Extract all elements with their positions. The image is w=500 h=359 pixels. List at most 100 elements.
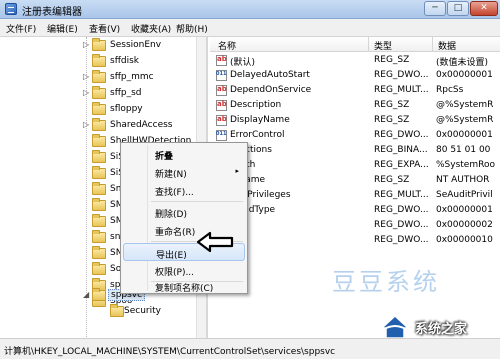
column-divider[interactable] [368,37,369,52]
menu-bar: 文件(F) 编辑(E) 查看(V) 收藏夹(A) 帮助(H) [0,19,500,37]
chevron-right-icon[interactable]: ▷ [83,72,89,81]
folder-icon [92,38,106,51]
value-data: 0x00000001 [436,205,493,215]
watermark-doudou: 豆豆系统 [332,268,440,296]
column-header-data[interactable]: 数据 [438,39,456,52]
value-data: 0x00000001 [436,70,493,80]
column-header-type[interactable]: 类型 [374,39,392,52]
binary-value-icon [216,130,227,141]
tree-item-label: sffp_mmc [110,72,154,82]
folder-icon [110,304,124,317]
value-name: (默认) [230,58,256,68]
context-menu: 折叠 新建(N) ▸ 查找(F)... 删除(D) 重命名(R) 导出(E) 权… [120,142,248,294]
chevron-right-icon[interactable]: ▷ [83,88,89,97]
folder-icon [92,230,106,243]
tree-item-label: Security [124,306,161,316]
window-title: 注册表编辑器 [22,7,82,18]
value-data: @%SystemR [436,115,494,125]
value-row[interactable]: ePathREG_EXPA...%SystemRoo [210,158,500,173]
value-type: REG_SZ [374,115,410,125]
menu-item-delete[interactable]: 删除(D) [123,203,245,221]
folder-icon [92,54,106,67]
folder-icon [92,262,106,275]
tree-item[interactable]: sfloppy [0,102,206,118]
value-row[interactable]: iredPrivilegesREG_MULT...SeAuditPrivil [210,188,500,203]
menu-item-label: 折叠 [155,152,174,162]
value-row[interactable]: DependOnService REG_MULT... RpcSs [210,83,500,98]
chevron-right-icon[interactable]: ▷ [83,120,89,129]
chevron-right-icon[interactable]: ▷ [83,40,89,49]
string-value-icon [216,55,227,66]
menu-item-label: 删除(D) [155,210,187,220]
folder-icon [92,150,106,163]
string-value-icon [216,115,227,126]
value-row[interactable]: REG_DWO... 0x00000002 [210,218,500,233]
registry-editor-window: 注册表编辑器 ─ □ ✕ 文件(F) 编辑(E) 查看(V) 收藏夹(A) 帮助… [0,0,500,359]
menu-item-label: 查找(F)... [155,188,194,198]
value-type: REG_SZ [374,175,410,185]
value-type: REG_BINA... [374,145,428,155]
tree-item-label: sffp_sd [110,88,142,98]
tree-item-label: SessionEnv [110,40,162,50]
value-type: REG_MULT... [374,85,429,95]
value-row[interactable]: reActionsREG_BINA...80 51 01 00 [210,143,500,158]
value-data: 80 51 01 00 [436,145,491,155]
value-row[interactable]: DisplayName REG_SZ @%SystemR [210,113,500,128]
menu-item-new[interactable]: 新建(N) ▸ [123,163,245,181]
folder-icon [92,288,106,301]
maximize-button[interactable]: □ [447,1,469,16]
value-name: DelayedAutoStart [230,70,310,80]
value-row[interactable]: REG_DWO... 0x00000010 [210,233,500,248]
value-row[interactable]: DelayedAutoStart REG_DWO... 0x00000001 [210,68,500,83]
value-data: 0x00000002 [436,220,493,230]
tree-item[interactable]: ▷ SessionEnv [0,38,206,54]
menu-item-collapse[interactable]: 折叠 [123,145,245,163]
value-row[interactable]: ceSidTypeREG_DWO...0x00000001 [210,203,500,218]
submenu-arrow-icon: ▸ [235,167,239,175]
value-row[interactable]: ErrorControl REG_DWO... 0x00000001 [210,128,500,143]
column-header-name[interactable]: 名称 [218,39,236,52]
tree-item[interactable]: ▷ sffp_sd [0,86,206,102]
title-bar: 注册表编辑器 ─ □ ✕ [0,0,500,19]
registry-editor-icon [5,3,17,15]
menu-help[interactable]: 帮助(H) [176,22,208,35]
value-row[interactable]: (默认) REG_SZ (数值未设置) [210,53,500,68]
tree-item-label: SharedAccess [110,120,173,130]
menu-item-copy-key-name[interactable]: 复制项名称(C) [123,277,245,295]
value-type: REG_DWO... [374,205,429,215]
column-divider[interactable] [432,37,433,52]
watermark-xitongzhijia: 系统之家 [415,322,468,337]
minimize-button[interactable]: ─ [424,1,446,16]
menu-file[interactable]: 文件(F) [6,22,36,35]
tree-item[interactable]: ▷ SharedAccess [0,118,206,134]
menu-item-label: 复制项名称(C) [155,284,214,294]
tree-item[interactable]: ▷ sffp_mmc [0,70,206,86]
value-type: REG_MULT... [374,190,429,200]
value-name: ErrorControl [230,130,285,140]
value-row[interactable]: ctNameREG_SZNT AUTHOR [210,173,500,188]
value-type: REG_EXPA... [374,160,429,170]
value-type: REG_SZ [374,55,410,65]
menu-item-find[interactable]: 查找(F)... [123,181,245,199]
value-row[interactable]: Description REG_SZ @%SystemR [210,98,500,113]
string-value-icon [216,85,227,96]
menu-item-label: 重命名(R) [155,228,196,238]
value-name: Description [230,100,282,110]
value-data: 0x00000001 [436,130,493,140]
folder-icon [92,86,106,99]
close-button[interactable]: ✕ [470,1,498,16]
tree-item[interactable]: Security [0,304,206,320]
folder-icon [92,198,106,211]
value-type: REG_SZ [374,100,410,110]
value-type: REG_DWO... [374,70,429,80]
menu-favorites[interactable]: 收藏夹(A) [131,22,171,35]
menu-item-label: 新建(N) [155,170,187,180]
string-value-icon [216,100,227,111]
value-type: REG_DWO... [374,235,429,245]
value-data: SeAuditPrivil [436,190,493,200]
chevron-down-icon[interactable]: ◢ [83,290,89,299]
value-data: 0x00000010 [436,235,493,245]
tree-item[interactable]: sffdisk [0,54,206,70]
menu-view[interactable]: 查看(V) [89,22,120,35]
menu-edit[interactable]: 编辑(E) [47,22,78,35]
